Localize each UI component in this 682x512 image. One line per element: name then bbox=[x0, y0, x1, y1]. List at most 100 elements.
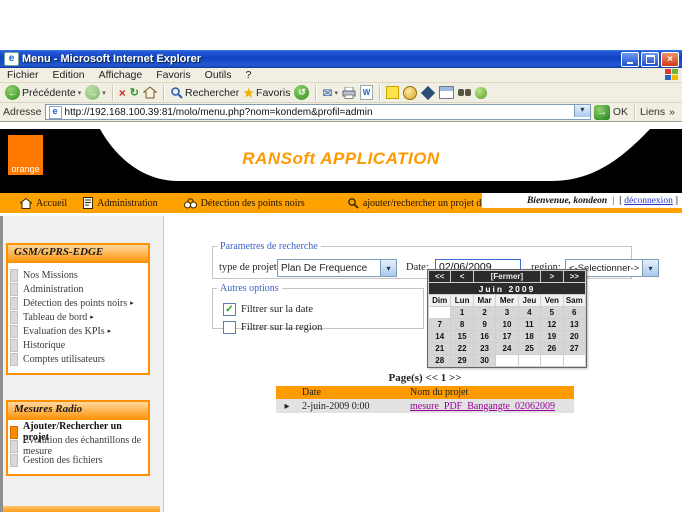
pager[interactable]: Page(s) << 1 >> bbox=[276, 372, 574, 385]
calendar-next-year-button[interactable]: >> bbox=[563, 271, 585, 283]
forward-dropdown-icon[interactable]: ▾ bbox=[102, 89, 106, 97]
calendar-date-cell[interactable]: 13 bbox=[563, 319, 585, 331]
sidebar-item[interactable]: Détection des points noirs▸ bbox=[8, 296, 148, 310]
nav-item-administration[interactable]: Administration bbox=[83, 197, 158, 209]
encarta-button[interactable] bbox=[403, 86, 417, 100]
calendar-date-cell[interactable]: 29 bbox=[451, 355, 473, 367]
calendar-date-cell[interactable]: 2 bbox=[473, 307, 495, 319]
favorites-button[interactable]: ★ Favoris bbox=[243, 86, 290, 100]
view-tool-button[interactable] bbox=[458, 89, 471, 96]
home-button[interactable] bbox=[143, 86, 157, 99]
filter-region-checkbox[interactable]: ✓ bbox=[223, 321, 236, 334]
back-dropdown-icon[interactable]: ▾ bbox=[78, 89, 82, 97]
history-button[interactable]: ↺ bbox=[294, 85, 309, 100]
restore-button[interactable] bbox=[641, 52, 659, 67]
calendar-date-cell[interactable]: 3 bbox=[496, 307, 518, 319]
calendar-date-cell[interactable]: 9 bbox=[473, 319, 495, 331]
calendar-date-cell[interactable]: 23 bbox=[473, 343, 495, 355]
close-button[interactable]: × bbox=[661, 52, 679, 67]
mail-dropdown-icon[interactable]: ▾ bbox=[335, 89, 339, 97]
calendar-prev-year-button[interactable]: << bbox=[429, 271, 451, 283]
calendar-date-cell[interactable]: 27 bbox=[563, 343, 585, 355]
refresh-icon: ↻ bbox=[130, 86, 139, 99]
calendar-date-cell[interactable]: 22 bbox=[451, 343, 473, 355]
sidebar-item[interactable]: Tableau de bord▸ bbox=[8, 310, 148, 324]
calendar-prev-month-button[interactable]: < bbox=[451, 271, 473, 283]
filter-date-checkbox[interactable]: ✓ bbox=[223, 303, 236, 316]
sidebar-item[interactable]: Nos Missions bbox=[8, 268, 148, 282]
calendar-week-row: 282930 bbox=[429, 355, 586, 367]
calendar-date-cell[interactable]: 28 bbox=[429, 355, 451, 367]
forward-button[interactable]: → ▾ bbox=[85, 85, 106, 100]
calendar-date-cell[interactable]: 6 bbox=[563, 307, 585, 319]
calendar-date-cell[interactable]: 10 bbox=[496, 319, 518, 331]
nav-item-detection[interactable]: Détection des points noirs bbox=[184, 198, 305, 209]
dropdown-arrow-icon[interactable]: ▾ bbox=[380, 260, 396, 276]
calendar-date-cell[interactable]: 8 bbox=[451, 319, 473, 331]
research-button[interactable] bbox=[421, 88, 435, 98]
project-type-select[interactable]: Plan De Frequence ▾ bbox=[277, 259, 397, 277]
sidebar-item-label: Historique bbox=[23, 340, 65, 351]
calendar-date-cell[interactable]: 15 bbox=[451, 331, 473, 343]
calendar-date-cell[interactable]: 26 bbox=[541, 343, 563, 355]
history-icon: ↺ bbox=[294, 85, 309, 100]
sidebar-item[interactable]: Comptes utilisateurs bbox=[8, 352, 148, 366]
go-button[interactable]: → bbox=[594, 105, 610, 120]
sidebar-section-title: GSM/GPRS-EDGE bbox=[8, 245, 148, 263]
refresh-button[interactable]: ↻ bbox=[130, 86, 139, 99]
address-separator bbox=[634, 105, 635, 119]
sidebar-item[interactable]: Evolution des échantillons de mesure bbox=[8, 439, 148, 453]
calendar-date-cell[interactable]: 21 bbox=[429, 343, 451, 355]
dropdown-arrow-icon[interactable]: ▾ bbox=[642, 260, 658, 276]
search-button[interactable]: Rechercher bbox=[170, 86, 239, 99]
edit-button[interactable]: W bbox=[360, 85, 373, 100]
calendar-next-month-button[interactable]: > bbox=[541, 271, 563, 283]
notes-button[interactable] bbox=[386, 86, 399, 99]
project-link[interactable]: mesure_PDF_Bangangte_02062009 bbox=[410, 401, 555, 412]
menu-item[interactable]: ? bbox=[239, 69, 259, 81]
calendar-date-cell[interactable]: 20 bbox=[563, 331, 585, 343]
minimize-button[interactable] bbox=[621, 52, 639, 67]
sidebar-item[interactable]: Historique bbox=[8, 338, 148, 352]
table-tool-button[interactable] bbox=[439, 86, 454, 99]
calendar-date-cell[interactable]: 25 bbox=[518, 343, 540, 355]
logout-link[interactable]: déconnexion bbox=[624, 196, 673, 206]
title-bar[interactable]: e Menu - Microsoft Internet Explorer × bbox=[0, 50, 682, 68]
calendar-date-cell[interactable]: 18 bbox=[518, 331, 540, 343]
address-url: http://192.168.100.39:81/molo/menu.php?n… bbox=[65, 107, 373, 118]
calendar-close-calendar-button[interactable]: [Fermer] bbox=[473, 271, 540, 283]
calendar-date-cell[interactable]: 1 bbox=[451, 307, 473, 319]
page-icon: e bbox=[49, 106, 62, 119]
calendar-date-cell[interactable]: 16 bbox=[473, 331, 495, 343]
menu-item[interactable]: Affichage bbox=[92, 69, 150, 81]
calendar-date-cell[interactable]: 24 bbox=[496, 343, 518, 355]
stop-button[interactable]: × bbox=[119, 86, 126, 100]
nav-item-accueil[interactable]: Accueil bbox=[20, 198, 67, 209]
welcome-separator: | bbox=[612, 196, 614, 206]
menu-item[interactable]: Fichier bbox=[0, 69, 46, 81]
calendar-date-cell[interactable]: 5 bbox=[541, 307, 563, 319]
calendar-date-cell[interactable]: 4 bbox=[518, 307, 540, 319]
links-button[interactable]: Liens » bbox=[640, 106, 679, 118]
sidebar-item[interactable]: Evaluation des KPIs▸ bbox=[8, 324, 148, 338]
calendar-date-cell[interactable]: 19 bbox=[541, 331, 563, 343]
back-button[interactable]: ← Précédente ▾ bbox=[5, 85, 81, 100]
calendar-date-cell[interactable]: 14 bbox=[429, 331, 451, 343]
menu-item[interactable]: Favoris bbox=[149, 69, 197, 81]
messenger-button[interactable] bbox=[475, 87, 487, 99]
calendar-date-cell[interactable]: 12 bbox=[541, 319, 563, 331]
menu-item[interactable]: Outils bbox=[198, 69, 239, 81]
calendar-date-cell[interactable]: 7 bbox=[429, 319, 451, 331]
mail-button[interactable]: ✉ ▾ bbox=[322, 86, 338, 100]
sidebar-section: Mesures RadioAjouter/Rechercher un proje… bbox=[6, 400, 150, 476]
welcome-area: Bienvenue, kondeon | [ déconnexion ] bbox=[482, 193, 682, 208]
calendar-date-cell[interactable]: 17 bbox=[496, 331, 518, 343]
print-button[interactable] bbox=[342, 87, 356, 99]
menu-item[interactable]: Edition bbox=[46, 69, 92, 81]
address-input[interactable]: e http://192.168.100.39:81/molo/menu.php… bbox=[45, 104, 591, 120]
calendar-date-cell[interactable]: 11 bbox=[518, 319, 540, 331]
sidebar-item[interactable]: Administration bbox=[8, 282, 148, 296]
address-dropdown-button[interactable]: ▾ bbox=[574, 105, 590, 117]
calendar-date-cell[interactable]: 30 bbox=[473, 355, 495, 367]
calendar-empty-cell bbox=[429, 307, 451, 319]
